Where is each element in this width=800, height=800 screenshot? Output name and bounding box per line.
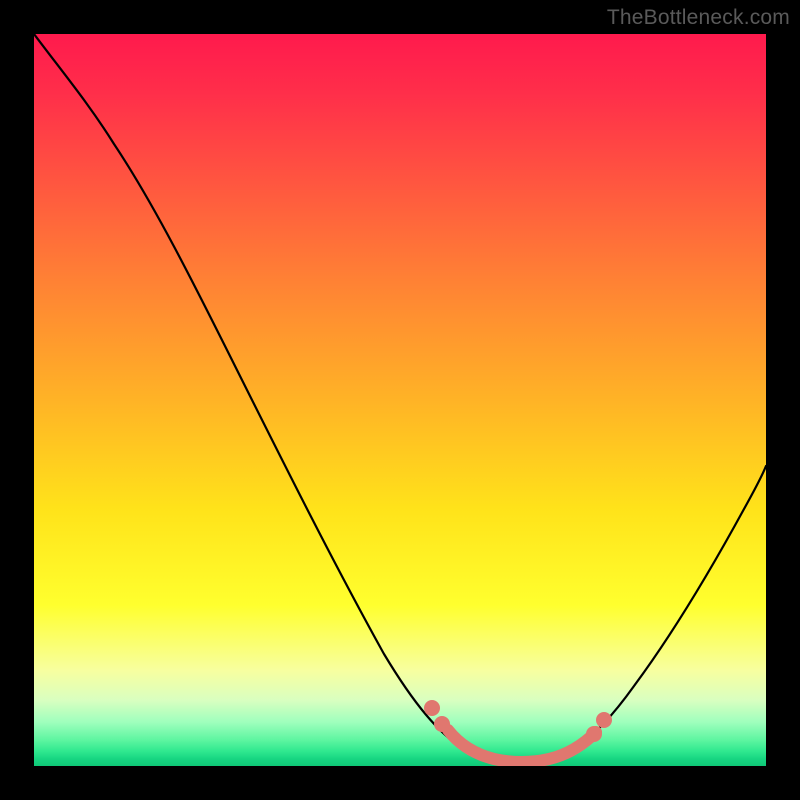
curve-layer bbox=[34, 34, 766, 766]
watermark-text: TheBottleneck.com bbox=[607, 6, 790, 30]
highlight-dot bbox=[424, 700, 440, 716]
highlight-dot bbox=[596, 712, 612, 728]
highlight-dot bbox=[586, 726, 602, 742]
highlight-dot bbox=[434, 716, 450, 732]
chart-frame: TheBottleneck.com bbox=[0, 0, 800, 800]
plot-area bbox=[34, 34, 766, 766]
optimal-range-highlight bbox=[448, 730, 596, 762]
bottleneck-curve bbox=[34, 34, 766, 764]
